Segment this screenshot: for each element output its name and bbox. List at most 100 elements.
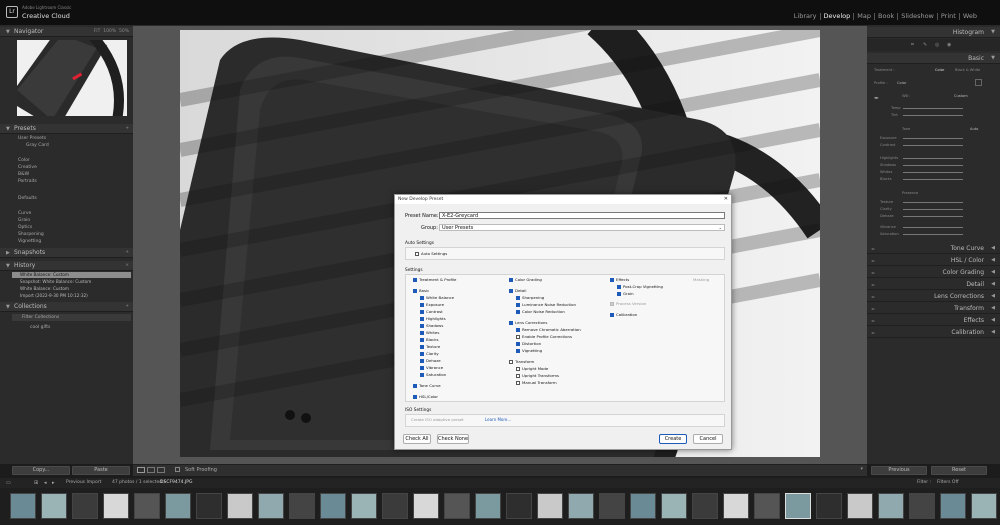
filmstrip-thumbnail[interactable] <box>692 493 718 519</box>
cb-upright-mode[interactable]: Upright Mode <box>516 366 548 371</box>
zoom-100[interactable]: 100% <box>103 29 116 34</box>
clear-history-icon[interactable]: × <box>125 261 129 271</box>
cb-exposure[interactable]: Exposure <box>420 302 444 307</box>
detail-header[interactable]: ◂▸ Detail ◀ <box>867 279 1000 290</box>
history-item[interactable]: White Balance: Custom <box>12 286 131 292</box>
filmstrip-thumbnail[interactable] <box>971 493 997 519</box>
toolbar-menu-icon[interactable]: ▾ <box>860 466 863 472</box>
history-item[interactable]: White Balance: Custom <box>12 272 131 278</box>
module-web[interactable]: Web <box>960 13 980 20</box>
paste-button[interactable]: Paste <box>72 466 130 475</box>
cb-color-grading[interactable]: Color Grading <box>509 277 542 282</box>
filmstrip-thumbnail[interactable] <box>320 493 346 519</box>
filmstrip-thumbnail[interactable] <box>506 493 532 519</box>
preset-group-bw[interactable]: B&W <box>18 172 29 177</box>
cb-luminance-nr[interactable]: Luminance Noise Reduction <box>516 302 576 307</box>
reset-button[interactable]: Reset <box>931 466 987 475</box>
cb-lens-corrections[interactable]: Lens Corrections <box>509 320 547 325</box>
forward-arrow-icon[interactable]: ▸ <box>52 480 55 486</box>
grid-icon[interactable]: ⊞ <box>34 480 38 486</box>
lens-corrections-header[interactable]: ◂▸ Lens Corrections ◀ <box>867 291 1000 302</box>
filmstrip-thumbnail[interactable] <box>382 493 408 519</box>
filmstrip-thumbnail[interactable] <box>134 493 160 519</box>
filter-collections-row[interactable]: Filter Collections <box>12 314 131 321</box>
module-print[interactable]: Print <box>938 13 960 20</box>
secondary-display-icon[interactable]: ▭ <box>6 480 11 486</box>
filmstrip-thumbnail[interactable] <box>258 493 284 519</box>
cb-white-balance[interactable]: White Balance <box>420 295 454 300</box>
cb-detail[interactable]: Detail <box>509 288 526 293</box>
loupe-view-icon[interactable] <box>137 467 145 473</box>
tone-curve-header[interactable]: ◂▸ Tone Curve ◀ <box>867 243 1000 254</box>
cb-vignetting[interactable]: Vignetting <box>516 348 542 353</box>
filmstrip-thumbnail[interactable] <box>847 493 873 519</box>
cb-hsl-color[interactable]: HSL/Color <box>413 394 438 399</box>
cb-clarity[interactable]: Clarity <box>420 351 439 356</box>
preset-group-sharpening[interactable]: Sharpening <box>18 232 44 237</box>
filmstrip-thumbnail[interactable] <box>227 493 253 519</box>
filters-off-select[interactable]: Filters Off <box>937 480 959 485</box>
contrast-slider[interactable] <box>903 145 963 146</box>
zoom-fit[interactable]: FIT <box>94 29 101 34</box>
cb-vibrance[interactable]: Vibrance <box>420 365 443 370</box>
check-all-button[interactable]: Check All <box>403 434 431 444</box>
exposure-slider[interactable] <box>903 138 963 139</box>
filmstrip-thumbnail[interactable] <box>165 493 191 519</box>
filmstrip-thumbnail[interactable] <box>41 493 67 519</box>
shadows-slider[interactable] <box>903 165 963 166</box>
auto-settings-checkbox[interactable]: Auto Settings <box>415 251 447 256</box>
effects-header[interactable]: ◂▸ Effects ◀ <box>867 315 1000 326</box>
navigator-header[interactable]: ▼ Navigator FIT 100% 50% <box>0 27 133 37</box>
wb-select[interactable]: Custom <box>954 94 968 98</box>
preset-group-optics[interactable]: Optics <box>18 225 32 230</box>
preset-name-input[interactable]: X-E2-Greycard <box>439 212 725 219</box>
cb-color-nr[interactable]: Color Noise Reduction <box>516 309 565 314</box>
texture-slider[interactable] <box>903 202 963 203</box>
history-item[interactable]: Import (2022-9-30 PM 10:12:32) <box>12 293 131 299</box>
cb-process-version[interactable]: Process Version <box>610 301 646 306</box>
color-grading-header[interactable]: ◂▸ Color Grading ◀ <box>867 267 1000 278</box>
module-develop[interactable]: Develop <box>821 13 855 20</box>
preset-group-portraits[interactable]: Portraits <box>18 179 37 184</box>
preset-group-defaults[interactable]: Defaults <box>18 196 37 201</box>
cancel-button[interactable]: Cancel <box>693 434 723 444</box>
cb-iso-adaptive[interactable]: Create ISO adaptive preset <box>411 417 464 422</box>
filmstrip-thumbnail[interactable] <box>661 493 687 519</box>
redeye-icon[interactable]: ◉ <box>947 42 951 48</box>
crop-icon[interactable]: ⌗ <box>911 42 914 48</box>
cb-contrast[interactable]: Contrast <box>420 309 443 314</box>
filmstrip-thumbnail[interactable] <box>909 493 935 519</box>
cb-shadows[interactable]: Shadows <box>420 323 443 328</box>
hsl-header[interactable]: ◂▸ HSL / Color ◀ <box>867 255 1000 266</box>
cb-post-crop-vignetting[interactable]: Post-Crop Vignetting <box>617 284 663 289</box>
cb-enable-profile[interactable]: Enable Profile Corrections <box>516 334 572 339</box>
learn-more-link[interactable]: Learn More... <box>485 417 511 422</box>
filmstrip-thumbnail[interactable] <box>413 493 439 519</box>
filmstrip-thumbnail[interactable] <box>754 493 780 519</box>
filmstrip-thumbnail[interactable] <box>72 493 98 519</box>
cb-upright-transforms[interactable]: Upright Transforms <box>516 373 559 378</box>
filmstrip-source[interactable]: Previous Import <box>66 480 101 485</box>
cb-saturation[interactable]: Saturation <box>420 372 446 377</box>
filmstrip-thumbnail[interactable] <box>196 493 222 519</box>
treatment-bw[interactable]: Black & White <box>955 68 980 72</box>
preset-group-user[interactable]: User Presets <box>18 136 46 141</box>
filmstrip-thumbnail[interactable] <box>785 493 811 519</box>
back-arrow-icon[interactable]: ◂ <box>44 480 47 486</box>
preset-group-vignetting[interactable]: Vignetting <box>18 239 41 244</box>
clarity-slider[interactable] <box>903 209 963 210</box>
cb-distortion[interactable]: Distortion <box>516 341 541 346</box>
highlights-slider[interactable] <box>903 158 963 159</box>
basic-header[interactable]: Basic ▼ <box>867 53 1000 64</box>
navigator-preview[interactable] <box>17 40 127 116</box>
group-select[interactable]: User Presets ⌄ <box>439 224 725 231</box>
snapshots-header[interactable]: ▶ Snapshots + <box>0 248 133 258</box>
cb-transform[interactable]: Transform <box>509 359 534 364</box>
add-collection-icon[interactable]: + <box>125 302 129 312</box>
cb-remove-ca[interactable]: Remove Chromatic Aberration <box>516 327 581 332</box>
whites-slider[interactable] <box>903 172 963 173</box>
saturation-slider[interactable] <box>903 234 963 235</box>
dehaze-slider[interactable] <box>903 216 963 217</box>
heal-icon[interactable]: ✎ <box>923 42 927 48</box>
filmstrip-thumbnail[interactable] <box>289 493 315 519</box>
